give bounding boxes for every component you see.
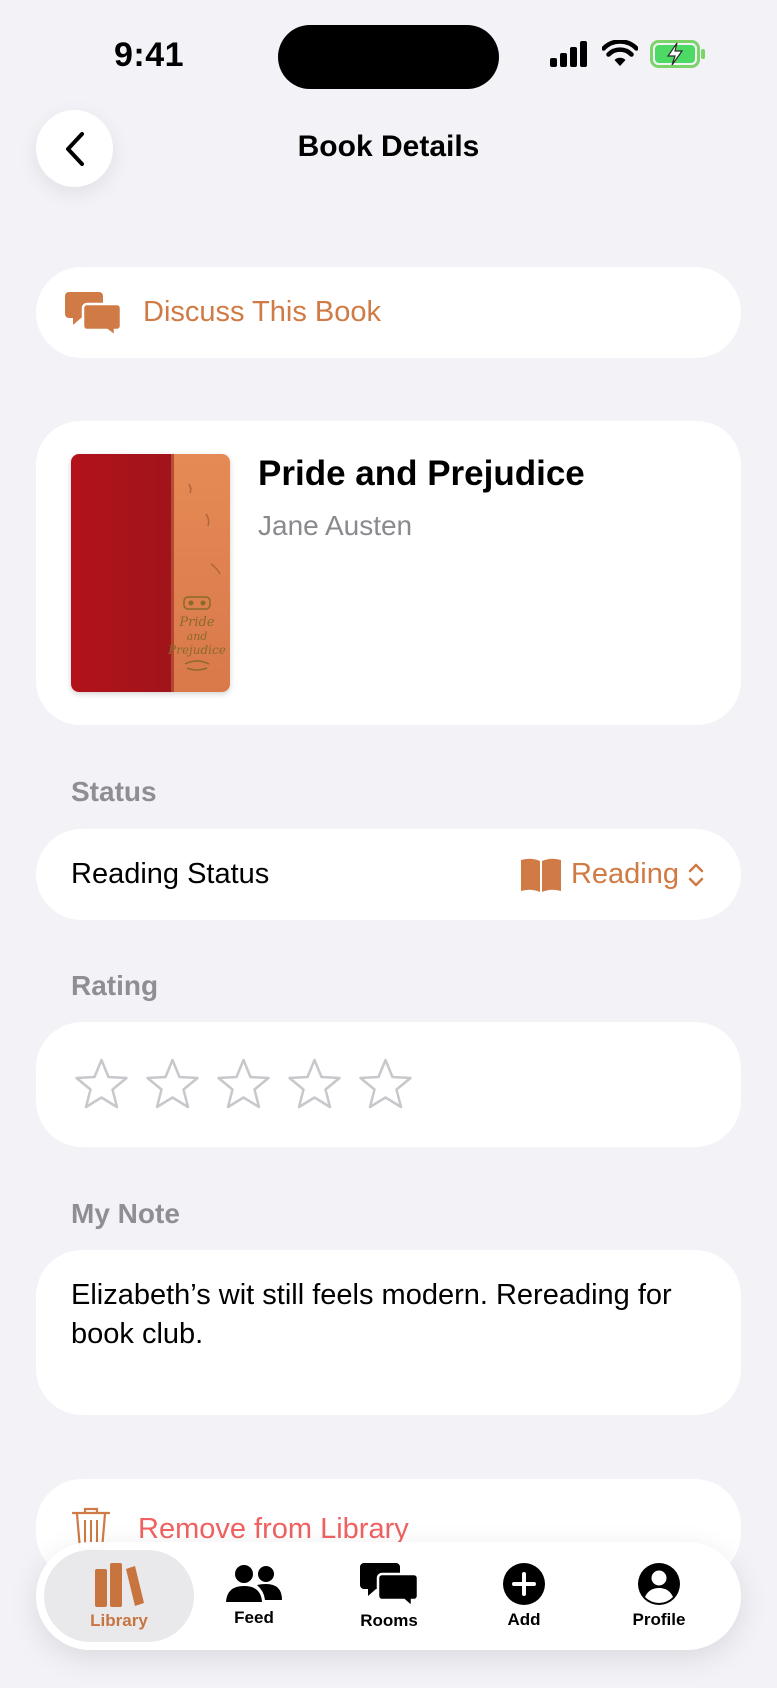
star-icon[interactable] <box>357 1057 414 1112</box>
tab-bar: Library Feed Rooms Add Profile <box>36 1542 741 1650</box>
reading-status-value: Reading <box>570 858 679 890</box>
star-icon[interactable] <box>73 1057 130 1112</box>
tab-label-add: Add <box>507 1610 541 1629</box>
people-icon <box>226 1565 282 1602</box>
tab-label-rooms: Rooms <box>360 1611 418 1630</box>
dynamic-island <box>278 25 499 89</box>
status-icons <box>550 40 706 68</box>
books-icon <box>95 1563 144 1607</box>
star-rating[interactable] <box>73 1057 414 1112</box>
wifi-icon <box>602 40 638 66</box>
chevron-up-down-icon <box>688 863 704 886</box>
rating-section-header: Rating <box>71 970 159 1001</box>
status-section-header: Status <box>71 776 157 807</box>
tab-profile[interactable]: Profile <box>594 1542 724 1650</box>
status-time: 9:41 <box>114 36 185 74</box>
battery-charging-icon <box>650 40 705 68</box>
cellular-signal-icon <box>550 41 587 67</box>
reading-status-row[interactable]: Reading Status Reading <box>36 829 741 920</box>
cover-text-line-2: and <box>187 630 208 643</box>
cover-text-line-3: Prejudice <box>167 643 226 657</box>
tab-feed[interactable]: Feed <box>189 1542 319 1650</box>
cover-text-line-1: Pride <box>178 615 214 630</box>
note-text[interactable]: Elizabeth’s wit still feels modern. Rere… <box>71 1276 711 1354</box>
star-icon[interactable] <box>144 1057 201 1112</box>
reading-status-picker[interactable]: Reading <box>519 857 705 893</box>
page-title: Book Details <box>297 130 480 163</box>
tab-library[interactable]: Library <box>54 1542 184 1650</box>
discuss-label: Discuss This Book <box>143 296 381 328</box>
tab-rooms[interactable]: Rooms <box>324 1542 454 1650</box>
discuss-book-button[interactable]: Discuss This Book <box>36 267 741 358</box>
open-book-icon <box>520 858 561 892</box>
book-title: Pride and Prejudice <box>258 454 585 493</box>
chat-bubbles-icon <box>65 291 121 336</box>
person-circle-icon <box>638 1563 680 1605</box>
remove-label: Remove from Library <box>138 1512 409 1545</box>
book-cover-image[interactable]: Pride and Prejudice <box>71 454 230 692</box>
star-icon[interactable] <box>215 1057 272 1112</box>
reading-status-label: Reading Status <box>71 858 270 890</box>
tab-label-feed: Feed <box>234 1608 274 1627</box>
tab-label-profile: Profile <box>632 1610 686 1629</box>
note-card[interactable]: Elizabeth’s wit still feels modern. Rere… <box>36 1250 741 1415</box>
book-author: Jane Austen <box>258 510 413 541</box>
tab-label-library: Library <box>90 1611 148 1630</box>
star-icon[interactable] <box>286 1057 343 1112</box>
plus-circle-icon <box>503 1563 545 1605</box>
tab-add[interactable]: Add <box>459 1542 589 1650</box>
rating-card <box>36 1022 741 1147</box>
chat-bubbles-icon <box>360 1563 418 1607</box>
note-section-header: My Note <box>71 1198 180 1229</box>
